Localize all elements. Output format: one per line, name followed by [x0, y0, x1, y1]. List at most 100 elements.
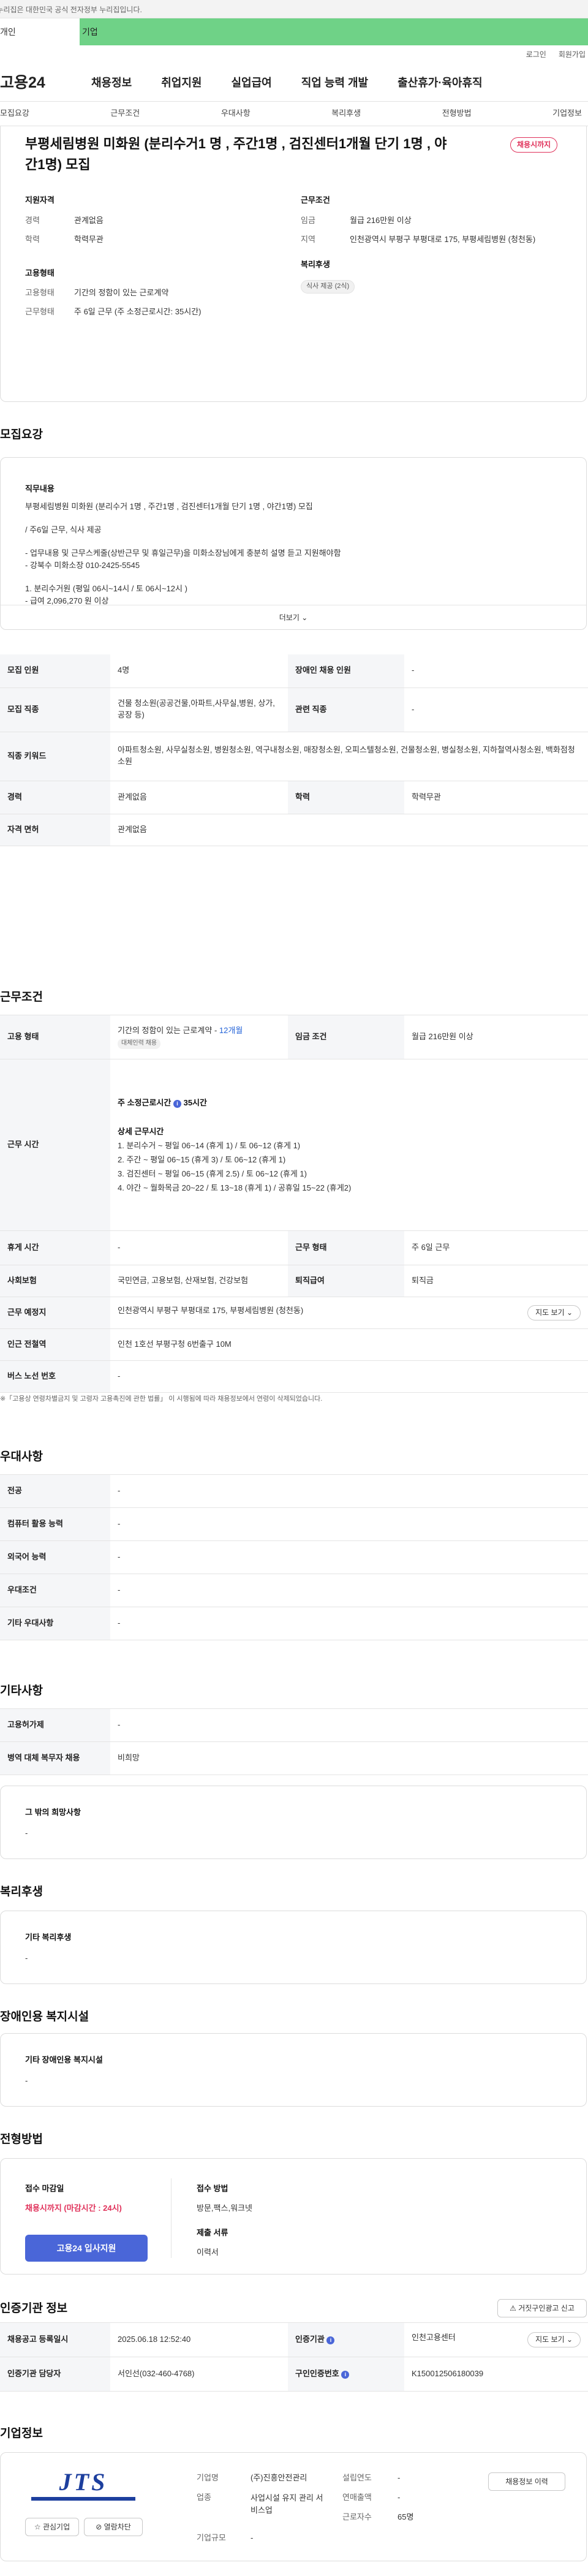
company-size-label: 기업규모 [197, 2533, 226, 2542]
gnb-menu-training[interactable]: 직업 능력 개발 [287, 75, 383, 91]
subnav-company[interactable]: 기업정보 [552, 108, 582, 119]
global-nav: 고용24 채용정보 취업지원 실업급여 직업 능력 개발 출산휴가·육아휴직 [0, 65, 588, 102]
emp-type-label: 고용 형태 [0, 1015, 110, 1059]
pref-major-value: - [110, 1474, 588, 1508]
license-value: 관계없음 [110, 814, 588, 846]
subnav-workcond[interactable]: 근무조건 [110, 108, 140, 119]
user-type-tabs: 개인 기업 [0, 18, 588, 45]
welfare-box-value: - [25, 1953, 28, 1963]
other-wish-card: 그 밖의 희망사항 - [0, 1786, 587, 1859]
welfare-title: 복리후생 [301, 259, 330, 269]
site-logo[interactable]: 고용24 [0, 72, 77, 94]
job-title: 부평세림병원 미화원 (분리수거1 명 , 주간1명 , 검진센터1개월 단기 … [25, 136, 447, 172]
auth-org-label-cell: 인증기관 i [288, 2322, 404, 2357]
screening-section-title: 전형방법 [0, 2133, 43, 2146]
job-keyword-label: 직종 키워드 [0, 732, 110, 781]
recruit-table: 모집 인원 4명 장애인 채용 인원 - 모집 직종 건물 청소원(공공건물,아… [0, 654, 588, 846]
more-label: 더보기 [279, 613, 300, 622]
auth-map-button[interactable]: 지도 보기 ⌄ [527, 2332, 581, 2348]
detail-hours-line: 1. 분리수거 ~ 평일 06~14 (휴게 1) / 토 06~12 (휴게 … [118, 1140, 301, 1150]
company-card: JTS ☆ 관심기업 ⊘ 열람차단 기업명 (주)진흥안전관리 업종 사업시설 … [0, 2452, 587, 2561]
auth-number-label: 구인인증번호 [295, 2369, 339, 2379]
tab-personal[interactable]: 개인 [0, 18, 80, 45]
welfare-box-title: 기타 복리후생 [25, 1933, 72, 1942]
license-label: 자격 면허 [0, 814, 110, 846]
founded-label: 설립연도 [342, 2473, 372, 2482]
subnav-recruit[interactable]: 모집요강 [0, 108, 29, 119]
other-wish-title: 그 밖의 희망사항 [25, 1808, 81, 1817]
work-permit-value: - [110, 1708, 588, 1742]
more-button[interactable]: 더보기 ⌄ [1, 605, 586, 629]
disabled-count-label: 장애인 채용 인원 [288, 654, 404, 688]
auth-section-title: 인증기관 정보 [0, 2302, 68, 2315]
employment-type-label: 고용형태 [25, 288, 55, 298]
retirement-value: 퇴직금 [404, 1265, 588, 1297]
condition-block: 근무조건 임금 월급 216만원 이상 지역 인천광역시 부평구 부평대로 175,… [301, 195, 564, 294]
insurance-label: 사회보험 [0, 1265, 110, 1297]
education-label: 학력 [25, 234, 40, 244]
gnb-menu-leave[interactable]: 출산휴가·육아휴직 [383, 75, 482, 91]
info-icon[interactable]: i [173, 1099, 181, 1108]
recruit-edu-value: 학력무관 [404, 781, 588, 814]
block-company-button[interactable]: ⊘ 열람차단 [84, 2518, 143, 2536]
company-logo-text: JTS [59, 2468, 108, 2496]
pref-computer-label: 컴퓨터 활용 능력 [0, 1507, 110, 1541]
founded-value: - [398, 2473, 401, 2482]
condition-title: 근무조건 [301, 195, 330, 205]
signup-link[interactable]: 회원가입 [559, 50, 586, 60]
region-value: 인천광역시 부평구 부평대로 175, 부평세림병원 (청천동) [350, 234, 536, 244]
work-permit-label: 고용허가제 [0, 1708, 110, 1742]
employment-type-value: 기간의 정함이 있는 근로계약 [74, 288, 169, 298]
gnb-menu-employment-support[interactable]: 취업지원 [146, 75, 216, 91]
recruit-job-label: 모집 직종 [0, 688, 110, 732]
gov-notice-text: 이 누리집은 대한민국 공식 전자정부 누리집입니다. [0, 6, 142, 14]
pref-other-value: - [110, 1607, 588, 1640]
subnav-welfare[interactable]: 복리후생 [331, 108, 361, 119]
duty-line: 1. 분리수거원 (평일 06시~14시 / 토 06시~12시 ) [25, 584, 187, 593]
gnb-menu-unemployment[interactable]: 실업급여 [217, 75, 287, 91]
screening-card: 접수 마감일 채용시까지 (마감시간 : 24시) 고용24 입사지원 접수 방… [0, 2158, 587, 2275]
bus-value: - [110, 1360, 588, 1393]
apply-button[interactable]: 고용24 입사지원 [25, 2235, 148, 2262]
job-summary-card: 부평세림병원 미화원 (분리수거1 명 , 주간1명 , 검진센터1개월 단기 … [0, 126, 587, 402]
employment-type-title: 고용형태 [25, 268, 55, 278]
duty-line: / 주6일 근무, 식사 제공 [25, 525, 102, 534]
work-type-label: 근무형태 [25, 307, 55, 317]
info-icon[interactable]: i [341, 2371, 350, 2379]
company-section-title: 기업정보 [0, 2427, 43, 2440]
wage-label: 임금 [301, 215, 315, 225]
workplace-map-button[interactable]: 지도 보기 ⌄ [527, 1305, 581, 1321]
wage-cond-value: 월급 216만원 이상 [404, 1015, 588, 1059]
welfare-card: 기타 복리후생 - [0, 1911, 587, 1984]
chevron-down-icon: ⌄ [301, 613, 308, 622]
detail-hours-line: 4. 야간 ~ 월화목금 20~22 / 토 13~18 (휴게 1) / 공휴… [118, 1183, 352, 1192]
deadline-value: 채용시까지 (마감시간 : 24시) [25, 2203, 122, 2213]
recruit-section-title: 모집요강 [0, 428, 43, 441]
company-name-label: 기업명 [197, 2473, 219, 2482]
wage-value: 월급 216만원 이상 [350, 215, 412, 225]
favorite-label: 관심기업 [42, 2523, 70, 2531]
subnav-screening[interactable]: 전형방법 [442, 108, 472, 119]
employees-value: 65명 [398, 2512, 414, 2521]
method-value: 방문,팩스,워크넷 [197, 2203, 252, 2213]
gnb-menu-jobs[interactable]: 채용정보 [77, 75, 146, 91]
subnav-pref[interactable]: 우대사항 [221, 108, 251, 119]
info-icon[interactable]: i [326, 2336, 335, 2345]
workplace-cell: 인천광역시 부평구 부평대로 175, 부평세림병원 (청천동) 지도 보기 ⌄ [110, 1297, 588, 1329]
auth-org-label: 인증기관 [295, 2335, 325, 2344]
disabled-count-value: - [404, 654, 588, 688]
recruit-career-value: 관계없음 [110, 781, 288, 814]
substitute-tag: 대체인력 채용 [118, 1039, 160, 1049]
pref-other-label: 기타 우대사항 [0, 1607, 110, 1640]
detail-hours-line: 3. 검진센터 ~ 평일 06~15 (휴게 2.5) / 토 06~12 (휴… [118, 1169, 307, 1178]
page-body: 부평세림병원 미화원 (분리수거1 명 , 주간1명 , 검진센터1개월 단기 … [0, 126, 588, 2564]
section-subnav: 모집요강 근무조건 우대사항 복리후생 전형방법 기업정보 [0, 102, 588, 126]
login-link[interactable]: 로그인 [526, 50, 546, 60]
other-wish-value: - [25, 1828, 28, 1838]
recruit-count-label: 모집 인원 [0, 654, 110, 688]
false-ad-report-button[interactable]: ⚠ 거짓구인광고 신고 [497, 2299, 587, 2317]
favorite-company-button[interactable]: ☆ 관심기업 [25, 2518, 79, 2536]
tab-company[interactable]: 기업 [80, 18, 588, 45]
hiring-history-button[interactable]: 채용정보 이력 [488, 2472, 565, 2491]
star-icon: ☆ [34, 2523, 41, 2531]
